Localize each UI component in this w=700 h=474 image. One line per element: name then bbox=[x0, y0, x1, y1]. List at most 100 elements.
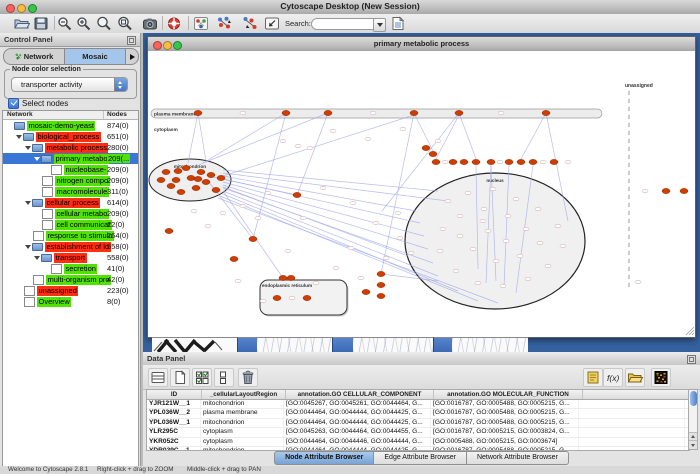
network-node[interactable] bbox=[500, 284, 506, 288]
network-node-selected[interactable] bbox=[377, 271, 385, 276]
network-node[interactable] bbox=[517, 254, 523, 258]
network-node[interactable] bbox=[285, 249, 291, 253]
tree-row[interactable]: cell communicat22(0) bbox=[3, 219, 138, 230]
network-overview-icon[interactable] bbox=[193, 16, 209, 31]
network-node[interactable] bbox=[555, 224, 561, 228]
tree-row[interactable]: cellular process614(0) bbox=[3, 197, 138, 208]
network-edge[interactable] bbox=[223, 182, 424, 236]
network-node-selected[interactable] bbox=[194, 176, 202, 181]
delete-attribute-icon[interactable] bbox=[238, 368, 258, 387]
network-node-selected[interactable] bbox=[472, 159, 480, 164]
network-node[interactable] bbox=[280, 139, 286, 143]
save-session-icon[interactable] bbox=[33, 16, 49, 31]
background-window-edge[interactable] bbox=[237, 337, 258, 352]
network-node[interactable] bbox=[235, 279, 241, 283]
network-node[interactable] bbox=[497, 160, 503, 164]
network-node[interactable] bbox=[295, 144, 301, 148]
unselect-attributes-icon[interactable] bbox=[214, 368, 234, 387]
network-node[interactable] bbox=[300, 216, 306, 220]
nucleus-region[interactable] bbox=[405, 173, 585, 309]
network-node-selected[interactable] bbox=[230, 256, 238, 261]
help-icon[interactable] bbox=[166, 16, 182, 31]
network-node[interactable] bbox=[440, 227, 446, 231]
tree-row[interactable]: macromolecule311(0) bbox=[3, 186, 138, 197]
network-node[interactable] bbox=[545, 264, 551, 268]
tree-expander-icon[interactable] bbox=[24, 146, 32, 150]
network-window-titlebar[interactable]: primary metabolic process bbox=[148, 37, 695, 52]
tree-expander-icon[interactable] bbox=[24, 245, 32, 249]
network-node[interactable] bbox=[395, 211, 401, 215]
network-node[interactable] bbox=[289, 296, 295, 300]
network-edge[interactable] bbox=[459, 113, 476, 159]
network-node-selected[interactable] bbox=[212, 187, 220, 192]
network-node-selected[interactable] bbox=[187, 175, 195, 180]
import-table-icon[interactable] bbox=[625, 368, 645, 387]
network-node-selected[interactable] bbox=[550, 159, 558, 164]
network-node[interactable] bbox=[505, 214, 511, 218]
network-edge[interactable] bbox=[223, 115, 414, 176]
network-node-selected[interactable] bbox=[177, 189, 185, 194]
tree-row[interactable]: nucleobase-209(0) bbox=[3, 164, 138, 175]
scrollbar-thumb[interactable] bbox=[690, 391, 697, 406]
tree-row[interactable]: multi-organism pro42(0) bbox=[3, 274, 138, 285]
window-titlebar[interactable]: Cytoscape Desktop (New Session) bbox=[0, 0, 700, 15]
tree-row[interactable]: establishment of lo558(0) bbox=[3, 241, 138, 252]
network-node[interactable] bbox=[560, 244, 566, 248]
table-row[interactable]: YLR295Ccytoplasm[GO:0045263, GO:0044464,… bbox=[147, 428, 689, 437]
network-node[interactable] bbox=[523, 227, 529, 231]
network-node[interactable] bbox=[240, 111, 246, 115]
network-node[interactable] bbox=[485, 229, 491, 233]
tree-row[interactable]: primary metabo209(... bbox=[3, 153, 138, 164]
table-row[interactable]: YPL036W__2plasma membrane[GO:0044464, GO… bbox=[147, 409, 689, 418]
tree-row[interactable]: Overview8(0) bbox=[3, 296, 138, 307]
tree-row[interactable]: metabolic process280(0) bbox=[3, 142, 138, 153]
tab-node-attribute-browser[interactable]: Node Attribute Browser bbox=[274, 451, 374, 465]
network-node[interactable] bbox=[437, 249, 443, 253]
select-attributes-icon[interactable] bbox=[192, 368, 212, 387]
tab-edge-attribute-browser[interactable]: Edge Attribute Browser bbox=[374, 451, 467, 465]
network-node[interactable] bbox=[465, 191, 471, 195]
network-edge[interactable] bbox=[223, 188, 433, 263]
scroll-down-button[interactable] bbox=[689, 440, 697, 449]
table-row[interactable]: YJR121W__1mitochondrion[GO:0045267, GO:0… bbox=[147, 400, 689, 409]
network-node[interactable] bbox=[565, 160, 571, 164]
network-edge[interactable] bbox=[198, 113, 286, 166]
network-window[interactable]: primary metabolic process plasma membran… bbox=[147, 36, 696, 338]
network-node[interactable] bbox=[191, 209, 197, 213]
tab-mosaic[interactable]: Mosaic bbox=[64, 49, 126, 64]
network-edge[interactable] bbox=[188, 113, 198, 163]
tree-row[interactable]: cellular metabo209(0) bbox=[3, 208, 138, 219]
tree-row[interactable]: transport558(0) bbox=[3, 252, 138, 263]
network-node[interactable] bbox=[383, 256, 389, 260]
network-node[interactable] bbox=[397, 236, 403, 240]
network-node[interactable] bbox=[435, 139, 441, 143]
table-column-header[interactable]: ID bbox=[147, 390, 202, 399]
table-scrollbar[interactable] bbox=[688, 389, 698, 450]
float-panel-icon[interactable] bbox=[687, 355, 696, 364]
network-node[interactable] bbox=[373, 221, 379, 225]
network-node[interactable] bbox=[205, 224, 211, 228]
tree-row[interactable]: biological_process651(0) bbox=[3, 131, 138, 142]
network-node[interactable] bbox=[540, 160, 546, 164]
network-node[interactable] bbox=[445, 199, 451, 203]
resize-grip-icon[interactable] bbox=[686, 327, 694, 335]
network-node[interactable] bbox=[457, 214, 463, 218]
network-node-selected[interactable] bbox=[432, 159, 440, 164]
network-node-selected[interactable] bbox=[174, 168, 182, 173]
network-node-selected[interactable] bbox=[303, 295, 311, 300]
open-file-icon[interactable] bbox=[14, 16, 30, 31]
network-node[interactable] bbox=[358, 276, 364, 280]
table-column-header[interactable]: annotation.GO MOLECULAR_FUNCTION bbox=[434, 390, 583, 399]
network-node-selected[interactable] bbox=[324, 110, 332, 115]
network-edge[interactable] bbox=[521, 113, 546, 159]
network-node[interactable] bbox=[525, 277, 531, 281]
network-node[interactable] bbox=[470, 247, 476, 251]
matrix-view-icon[interactable] bbox=[651, 368, 671, 387]
zoom-out-icon[interactable] bbox=[57, 16, 73, 31]
tree-row[interactable]: mosaic-demo-yeast874(0) bbox=[3, 120, 138, 131]
network-edge[interactable] bbox=[436, 115, 459, 159]
network-node[interactable] bbox=[457, 234, 463, 238]
network-node[interactable] bbox=[481, 207, 487, 211]
network-node-selected[interactable] bbox=[217, 175, 225, 180]
search-dropdown-button[interactable] bbox=[373, 18, 386, 32]
